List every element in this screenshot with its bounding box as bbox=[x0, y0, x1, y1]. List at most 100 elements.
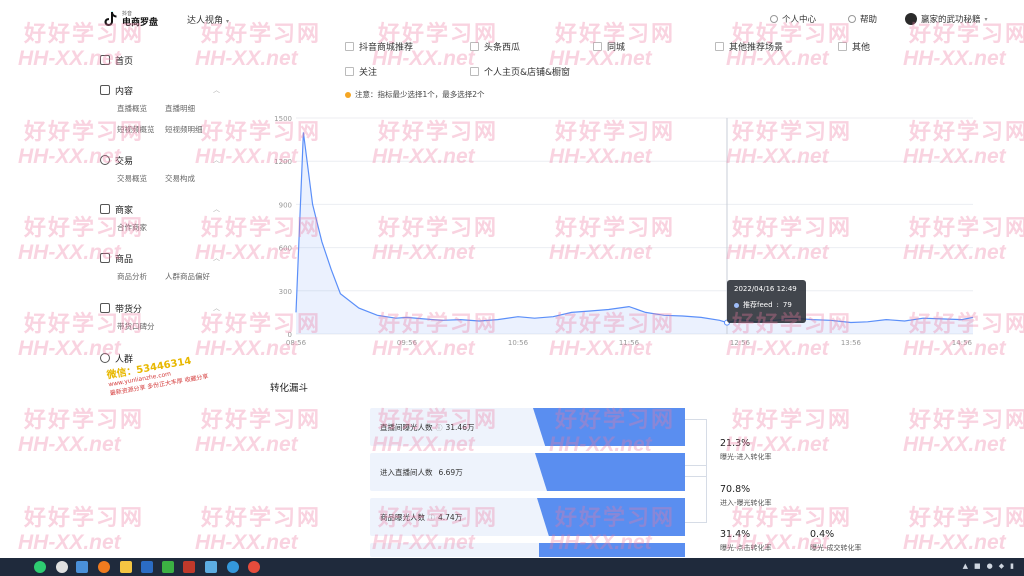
rate-value: 0.4% bbox=[810, 529, 835, 540]
nav-group-score[interactable]: 带货分 ︿ 带货口碑分 bbox=[100, 301, 220, 332]
filter-checkbox-mall[interactable]: 抖音商城推荐 bbox=[345, 40, 413, 53]
nav-group-merchant[interactable]: 商家 ︿ 合作商家 bbox=[100, 202, 220, 233]
douyin-logo-icon bbox=[104, 11, 118, 27]
funnel-stage: 商品曝光人数 ⓘ 4.74万 bbox=[370, 498, 685, 536]
filter-checkbox-toutiao[interactable]: 头条西瓜 bbox=[470, 40, 520, 53]
chevron-up-icon: ︿ bbox=[213, 254, 220, 262]
watermark-url: HH-XX.net bbox=[903, 47, 1006, 70]
checkbox-box[interactable] bbox=[470, 42, 479, 51]
conversion-funnel: 直播间曝光人数 ⓘ 31.46万 进入直播间人数 6.69万 商品曝光人数 ⓘ 4.74万… bbox=[370, 405, 910, 557]
help-label: 帮助 bbox=[860, 15, 878, 25]
sidebar-item-video-detail[interactable]: 短视频明细 bbox=[165, 124, 225, 135]
filter-label: 其他 bbox=[852, 43, 871, 53]
tooltip-time: 2022/04/16 12:49 bbox=[734, 285, 797, 293]
personal-center-label: 个人中心 bbox=[782, 15, 817, 25]
funnel-stage-value: 31.46万 bbox=[445, 423, 475, 432]
rate-enter-exposure: 70.8% 进入-曝光转化率 bbox=[720, 484, 772, 508]
rate-value: 21.3% bbox=[720, 438, 751, 449]
app-icon[interactable] bbox=[183, 561, 195, 573]
app-icon[interactable] bbox=[205, 561, 217, 573]
watermark-text: 好好学习网 bbox=[201, 407, 322, 432]
funnel-bar bbox=[535, 453, 685, 491]
rate-value: 31.4% bbox=[720, 529, 751, 540]
x-tick-label: 10:56 bbox=[508, 339, 529, 347]
nav-group-home[interactable]: 首页 bbox=[100, 53, 220, 67]
filter-checkbox-homepage[interactable]: 个人主页&店铺&橱窗 bbox=[470, 65, 570, 78]
nav-group-content[interactable]: 内容 ︿ 直播概览 直播明细 短视频概览 短视频明细 bbox=[100, 83, 220, 135]
sidebar-item-trade-overview[interactable]: 交易概览 bbox=[117, 173, 165, 184]
sidebar-item-video-overview[interactable]: 短视频概览 bbox=[117, 124, 165, 135]
x-tick-label: 14:56 bbox=[952, 339, 973, 347]
rate-exposure-enter: 21.3% 曝光-进入转化率 bbox=[720, 438, 772, 462]
y-tick-label: 1200 bbox=[274, 158, 292, 166]
funnel-stage bbox=[370, 543, 685, 557]
filter-checkbox-follow[interactable]: 关注 bbox=[345, 65, 377, 78]
app-icon[interactable] bbox=[34, 561, 46, 573]
funnel-title: 转化漏斗 bbox=[270, 383, 309, 394]
app-icon[interactable] bbox=[227, 561, 239, 573]
series-dot-icon bbox=[734, 302, 739, 308]
y-tick-label: 900 bbox=[279, 201, 292, 209]
checkbox-box[interactable] bbox=[715, 42, 724, 51]
nav-label: 商家 bbox=[115, 205, 134, 216]
tray-icon[interactable]: ■ bbox=[974, 562, 981, 570]
product-icon bbox=[100, 253, 110, 263]
document-icon bbox=[100, 85, 110, 95]
filter-label: 抖音商城推荐 bbox=[359, 43, 414, 53]
y-tick-label: 0 bbox=[288, 331, 292, 339]
app-icon[interactable] bbox=[76, 561, 88, 573]
filter-checkbox-other[interactable]: 其他 bbox=[838, 40, 870, 53]
rate-label: 曝光-进入转化率 bbox=[720, 453, 772, 461]
tray-icon[interactable]: ◆ bbox=[999, 562, 1004, 570]
top-header: 抖音 电商罗盘 达人视角 ▾ 个人中心 帮助 赢家的武功秘籍 ▾ bbox=[0, 0, 1024, 34]
filter-checkbox-other-recommend[interactable]: 其他推荐场景 bbox=[715, 40, 783, 53]
checkbox-box[interactable] bbox=[838, 42, 847, 51]
sidebar-item-trade-composition[interactable]: 交易构成 bbox=[165, 173, 225, 184]
wechat-icon[interactable] bbox=[162, 561, 174, 573]
app-icon[interactable] bbox=[98, 561, 110, 573]
sidebar-item-live-detail[interactable]: 直播明细 bbox=[165, 103, 225, 114]
browser-icon[interactable] bbox=[56, 561, 68, 573]
filter-checkbox-local[interactable]: 同城 bbox=[593, 40, 625, 53]
sidebar-item-audience-preference[interactable]: 人群商品偏好 bbox=[165, 271, 225, 282]
y-tick-label: 600 bbox=[279, 245, 292, 253]
sidebar-item-live-overview[interactable]: 直播概览 bbox=[117, 103, 165, 114]
watermark-url: HH-XX.net bbox=[18, 433, 121, 456]
filter-label: 其他推荐场景 bbox=[729, 43, 784, 53]
traffic-chart-svg: 0 300 600 900 1200 1500 08:56 09:56 10:56 11:56 12… bbox=[274, 115, 974, 347]
checkbox-box[interactable] bbox=[345, 67, 354, 76]
user-menu[interactable]: 赢家的武功秘籍 ▾ bbox=[905, 13, 988, 25]
series-area bbox=[296, 132, 973, 334]
watermark-text: 好好学习网 bbox=[909, 407, 1024, 432]
score-icon bbox=[100, 303, 110, 313]
checkbox-box[interactable] bbox=[593, 42, 602, 51]
tray-icon[interactable]: ▲ bbox=[963, 562, 968, 570]
tray-icon[interactable]: ● bbox=[987, 562, 993, 570]
rate-value: 70.8% bbox=[720, 484, 751, 495]
os-taskbar: ▲ ■ ● ◆ ▮ bbox=[0, 558, 1024, 576]
funnel-bar bbox=[539, 543, 685, 557]
funnel-bar bbox=[533, 408, 685, 446]
logo[interactable]: 抖音 电商罗盘 bbox=[104, 10, 158, 28]
help-icon bbox=[848, 15, 856, 23]
checkbox-box[interactable] bbox=[345, 42, 354, 51]
folder-icon[interactable] bbox=[120, 561, 132, 573]
sidebar-item-reputation-score[interactable]: 带货口碑分 bbox=[117, 321, 165, 332]
sidebar-item-partner-merchants[interactable]: 合作商家 bbox=[117, 222, 165, 233]
tray-icon[interactable]: ▮ bbox=[1010, 562, 1014, 570]
people-icon bbox=[100, 353, 110, 363]
view-switch-dropdown[interactable]: 达人视角 ▾ bbox=[187, 13, 229, 26]
traffic-chart[interactable]: 0 300 600 900 1200 1500 08:56 09:56 10:56 11:56 12… bbox=[270, 110, 980, 350]
watermark-text: 好好学习网 bbox=[909, 505, 1024, 530]
checkbox-box[interactable] bbox=[470, 67, 479, 76]
personal-center-link[interactable]: 个人中心 bbox=[770, 13, 816, 25]
watermark-url: HH-XX.net bbox=[18, 531, 121, 554]
help-link[interactable]: 帮助 bbox=[848, 13, 877, 25]
sidebar-item-product-analysis[interactable]: 商品分析 bbox=[117, 271, 165, 282]
nav-group-audience[interactable]: 人群 bbox=[100, 351, 220, 365]
app-icon[interactable] bbox=[248, 561, 260, 573]
nav-group-product[interactable]: 商品 ︿ 商品分析 人群商品偏好 bbox=[100, 251, 220, 282]
nav-group-trade[interactable]: 交易 ︿ 交易概览 交易构成 bbox=[100, 153, 220, 184]
system-tray[interactable]: ▲ ■ ● ◆ ▮ bbox=[963, 562, 1014, 570]
app-icon[interactable] bbox=[141, 561, 153, 573]
